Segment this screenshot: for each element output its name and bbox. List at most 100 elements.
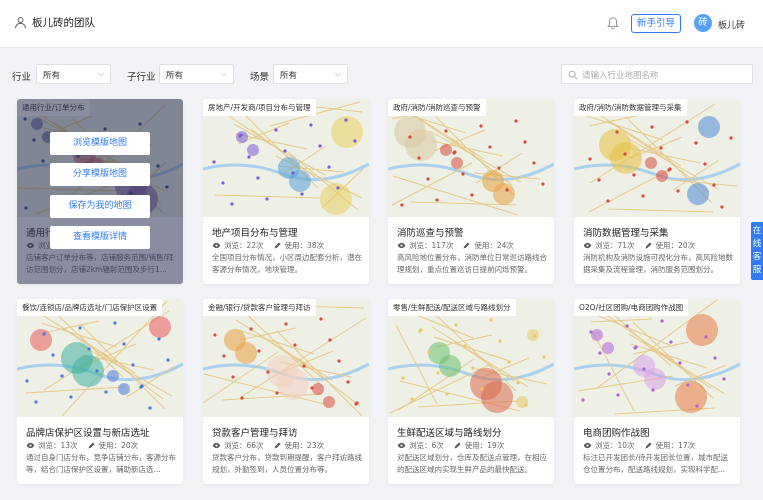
share-template-button[interactable]: 分享模版地图 — [50, 163, 150, 186]
map-thumbnail[interactable] — [17, 299, 183, 417]
card-category-tag: 房地产/开发商/项目分布与管理 — [203, 99, 316, 116]
team-name: 板儿砖的团队 — [32, 17, 95, 29]
card-stats: 浏览：6次 使用：19次 — [397, 440, 504, 451]
views-count: 浏览：117次 — [409, 241, 454, 250]
save-as-my-map-button[interactable]: 保存为我的地图 — [50, 195, 150, 218]
card-category-tag: O2O/社区团购/电商团购作战图 — [574, 299, 689, 316]
card-description: 对配送区域划分，仓库及配送点管理，在相应的配送区域内实现生鲜产品的最快配送。 — [397, 453, 547, 474]
card-title[interactable]: 品牌店保护区设置与新店选址 — [26, 425, 150, 439]
online-service-tab[interactable]: 在线客服 — [751, 222, 763, 280]
card-description: 高风险地位置分布，消防单位日常巡访路线合理规划，重点位置巡访日提前闪烁预警。 — [397, 253, 547, 274]
card-title[interactable]: 消防数据管理与采集 — [583, 225, 669, 239]
pencil-icon — [645, 242, 652, 249]
card-title[interactable]: 地产项目分布与管理 — [212, 225, 298, 239]
pencil-icon — [454, 442, 461, 449]
uses-count: 使用：24次 — [474, 241, 514, 250]
scene-select-value: 所有 — [280, 71, 298, 81]
sub-industry-select[interactable]: 所有 ⌵ — [159, 64, 234, 84]
template-card[interactable]: 通用行业/订单分布 通用行业订单分布 浏览： 使用： 店铺客户订单分布等，店铺服… — [17, 99, 183, 284]
views-count: 浏览：13次 — [38, 441, 78, 450]
views-count: 浏览：66次 — [224, 441, 264, 450]
chevron-down-icon: ⌵ — [97, 69, 104, 78]
view-template-details-button[interactable]: 查看模版详情 — [50, 226, 150, 249]
card-stats: 浏览：71次 使用：20次 — [583, 240, 695, 251]
card-stats: 浏览：13次 使用：20次 — [26, 440, 138, 451]
card-title[interactable]: 生鲜配送区域与路线划分 — [397, 425, 502, 439]
card-stats: 浏览：10次 使用：17次 — [583, 440, 695, 451]
sub-industry-label: 子行业 — [127, 72, 156, 83]
views-count: 浏览：6次 — [409, 441, 444, 450]
chevron-down-icon: ⌵ — [334, 69, 341, 78]
chevron-down-icon: ⌵ — [220, 69, 227, 78]
scene-label: 场景 — [250, 72, 270, 83]
card-title[interactable]: 贷款客户管理与拜访 — [212, 425, 298, 439]
card-description: 消防机构及消防设施可视化分布，高风险地数据采集及流程管理，消防服务范围划分。 — [583, 253, 733, 274]
card-title[interactable]: 电商团购作战图 — [583, 425, 650, 439]
eye-icon — [26, 442, 35, 449]
template-card[interactable]: 零售/生鲜配送/配送区域与路线划分 生鲜配送区域与路线划分 浏览：6次 使用：1… — [388, 299, 554, 484]
card-stats: 浏览：117次 使用：24次 — [397, 240, 514, 251]
bell-icon[interactable] — [606, 16, 620, 30]
map-thumbnail[interactable] — [388, 299, 554, 417]
views-count: 浏览：71次 — [595, 241, 635, 250]
newbie-guide-button[interactable]: 新手引导 — [631, 14, 681, 33]
industry-label: 行业 — [12, 72, 32, 83]
team-icon — [15, 17, 26, 29]
industry-select-value: 所有 — [43, 71, 61, 81]
card-category-tag: 金融/银行/贷款客户管理与拜访 — [203, 299, 316, 316]
template-card[interactable]: 房地产/开发商/项目分布与管理 地产项目分布与管理 浏览：22次 使用：38次 … — [203, 99, 369, 284]
card-description: 通过自身门店分布，竞争店铺分布，客源分布等，结合门店保护区设置，辅助新店选... — [26, 453, 176, 474]
template-card[interactable]: 金融/银行/贷款客户管理与拜访 贷款客户管理与拜访 浏览：66次 使用：23次 … — [203, 299, 369, 484]
template-card[interactable]: 餐饮/连锁店/品牌店选址/门店保护区设置 品牌店保护区设置与新店选址 浏览：13… — [17, 299, 183, 484]
template-card[interactable]: 政府/消防/消防巡查与预警 消防巡查与预警 浏览：117次 使用：24次 高风险… — [388, 99, 554, 284]
team-switcher[interactable]: 板儿砖的团队 — [14, 15, 95, 30]
pencil-icon — [274, 242, 281, 249]
map-thumbnail[interactable] — [388, 99, 554, 217]
scene-select[interactable]: 所有 ⌵ — [273, 64, 348, 84]
views-count: 浏览：10次 — [595, 441, 635, 450]
uses-count: 使用：20次 — [98, 441, 139, 450]
search-input[interactable]: 请输入行业地图名称 — [561, 64, 753, 84]
search-placeholder: 请输入行业地图名称 — [582, 71, 659, 81]
card-stats: 浏览：22次 使用：38次 — [212, 240, 324, 251]
card-stats: 浏览：66次 使用：23次 — [212, 440, 324, 451]
eye-icon — [583, 442, 592, 449]
card-category-tag: 零售/生鲜配送/配送区域与路线划分 — [388, 299, 516, 316]
views-count: 浏览：22次 — [224, 241, 264, 250]
card-category-tag: 政府/消防/消防数据管理与采集 — [574, 99, 687, 116]
pencil-icon — [274, 442, 281, 449]
browse-template-button[interactable]: 浏览模版地图 — [50, 132, 150, 155]
uses-count: 使用：19次 — [464, 441, 505, 450]
map-thumbnail[interactable] — [203, 299, 369, 417]
template-card[interactable]: 政府/消防/消防数据管理与采集 消防数据管理与采集 浏览：71次 使用：20次 … — [574, 99, 740, 284]
card-category-tag: 餐饮/连锁店/品牌店选址/门店保护区设置 — [17, 299, 163, 316]
eye-icon — [212, 242, 221, 249]
avatar[interactable]: 砖 — [694, 14, 712, 32]
pencil-icon — [463, 242, 470, 249]
search-icon — [568, 70, 578, 80]
eye-icon — [212, 442, 221, 449]
uses-count: 使用：23次 — [284, 441, 325, 450]
map-thumbnail[interactable] — [574, 99, 740, 217]
eye-icon — [397, 242, 406, 249]
top-bar: 板儿砖的团队 新手引导 砖 板儿砖 — [0, 0, 763, 48]
card-category-tag: 政府/消防/消防巡查与预警 — [388, 99, 486, 116]
pencil-icon — [645, 442, 652, 449]
sub-industry-select-value: 所有 — [166, 71, 184, 81]
map-thumbnail[interactable] — [574, 299, 740, 417]
industry-select[interactable]: 所有 ⌵ — [36, 64, 111, 84]
username[interactable]: 板儿砖 — [718, 18, 745, 31]
card-title[interactable]: 消防巡查与预警 — [397, 225, 464, 239]
eye-icon — [583, 242, 592, 249]
card-description: 贷款客户分布，贷款到期提醒，客户拜访路线规划，外勤签到，人员位置分布等。 — [212, 453, 362, 474]
uses-count: 使用：17次 — [655, 441, 696, 450]
template-card[interactable]: O2O/社区团购/电商团购作战图 电商团购作战图 浏览：10次 使用：17次 标… — [574, 299, 740, 484]
uses-count: 使用：38次 — [284, 241, 325, 250]
map-thumbnail[interactable] — [203, 99, 369, 217]
pencil-icon — [88, 442, 95, 449]
eye-icon — [397, 442, 406, 449]
uses-count: 使用：20次 — [655, 241, 696, 250]
card-description: 标注已开发团长/待开发团长位置，城市配送仓位置分布，配送路线规划，实现科学配..… — [583, 453, 729, 474]
card-description: 全国项目分布情况，小区周边配套分析，潜在客源分布情况，地块管理。 — [212, 253, 362, 274]
card-hover-overlay: 浏览模版地图 分享模版地图 保存为我的地图 查看模版详情 — [17, 99, 183, 284]
